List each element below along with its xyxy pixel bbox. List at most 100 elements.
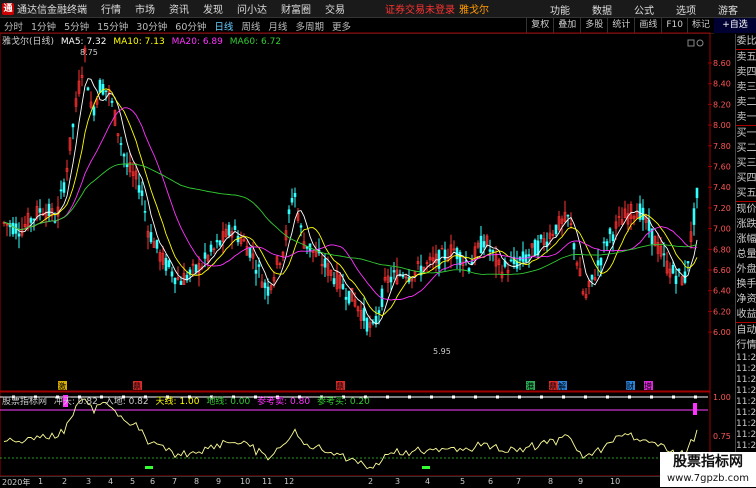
tianxian-dot	[518, 395, 521, 399]
month-label: 7	[172, 477, 178, 486]
panel-maximize-icon[interactable]	[687, 39, 695, 47]
low-price-label: 5.95	[433, 347, 451, 356]
month-label: 9	[216, 477, 222, 486]
sidebar-label: 卖一	[736, 112, 756, 123]
candle-body	[602, 241, 606, 244]
event-marker[interactable]: 鼎	[549, 381, 558, 391]
sidebar-label: 总量	[736, 249, 756, 260]
indicator-name[interactable]: 股票指标网	[2, 397, 47, 407]
price-tick: 7.60	[713, 163, 731, 172]
month-label: 8	[548, 477, 554, 486]
svg-text:鼎: 鼎	[133, 382, 141, 391]
candle-body	[233, 225, 237, 231]
month-label: 3	[395, 477, 401, 486]
sidebar-label: 卖五	[736, 49, 756, 65]
candle-body	[482, 241, 486, 248]
candle-body	[170, 271, 174, 277]
tick-time: 11:29	[736, 430, 756, 440]
sidebar-label: 买一	[736, 125, 756, 141]
tianxian-value: 天线: 1.00	[155, 397, 200, 407]
candle-body	[299, 225, 303, 228]
candle-body	[488, 249, 492, 252]
candle-body	[59, 189, 63, 192]
candle-body	[341, 284, 345, 290]
event-marker[interactable]: 激	[58, 381, 67, 391]
high-price-label: 8.75	[80, 48, 98, 57]
sidebar-label: 外盘	[736, 264, 756, 275]
tianxian-dot	[694, 395, 697, 399]
panel-close-icon[interactable]	[696, 39, 704, 47]
svg-text:激: 激	[58, 381, 66, 391]
price-tick: 6.80	[713, 245, 731, 254]
candle-body	[11, 222, 15, 235]
price-tick: 6.20	[713, 307, 731, 316]
candle-body	[491, 250, 495, 253]
candle-body	[209, 244, 213, 252]
month-label: 5	[460, 477, 466, 486]
event-marker[interactable]: 财	[626, 381, 635, 391]
candle-body	[122, 153, 126, 157]
tianxian-dot	[672, 395, 675, 399]
tick-time: 11:29	[736, 353, 756, 363]
candle-body	[479, 235, 483, 254]
sidebar-label: 买四	[736, 173, 756, 184]
event-marker[interactable]: 鼎	[336, 381, 345, 391]
price-tick: 7.20	[713, 204, 731, 213]
tianxian-dot	[452, 395, 455, 399]
tick-time: 11:29	[736, 386, 756, 396]
candle-body	[509, 259, 513, 262]
tianxian-dot	[628, 395, 631, 399]
month-label: 8	[194, 477, 200, 486]
candle-body	[692, 208, 696, 225]
year-label: 2020年	[2, 478, 31, 487]
candle-body	[215, 240, 219, 243]
ma5-line	[3, 78, 698, 325]
sidebar-label[interactable]: 自动	[736, 322, 756, 338]
month-label: 4	[425, 477, 431, 486]
candle-body	[347, 290, 351, 304]
candle-body	[47, 203, 51, 217]
candle-body	[53, 221, 57, 223]
month-label: 6	[150, 477, 156, 486]
price-tick: 7.80	[713, 142, 731, 151]
tianxian-dot	[562, 395, 565, 399]
tianxian-dot	[584, 395, 587, 399]
candle-body	[92, 106, 96, 116]
price-tick: 7.00	[713, 225, 731, 234]
candle-body	[686, 261, 690, 264]
event-marker[interactable]: 港	[526, 381, 535, 391]
candle-body	[695, 187, 699, 199]
event-marker[interactable]: 鼎	[133, 381, 142, 391]
sidebar-label[interactable]: 行情	[736, 338, 756, 353]
price-tick: 6.40	[713, 287, 731, 296]
price-tick: 7.40	[713, 183, 731, 192]
tianxian-dot	[408, 395, 411, 399]
month-label: 10	[240, 477, 251, 486]
candle-body	[662, 253, 666, 256]
ma20-line	[3, 107, 698, 301]
sidebar-label: 收益	[736, 309, 756, 320]
event-marker[interactable]: 增	[644, 381, 653, 391]
month-label: 5	[130, 477, 136, 486]
candle-body	[164, 257, 168, 271]
candle-body	[518, 256, 522, 261]
month-label: 11	[262, 477, 273, 486]
svg-text:解: 解	[558, 381, 566, 391]
candle-body	[458, 252, 462, 266]
month-label: 1	[38, 477, 44, 486]
tick-time: 11:29	[736, 441, 756, 451]
candle-body	[110, 100, 114, 103]
candle-body	[119, 143, 123, 145]
candle-body	[29, 218, 33, 223]
candle-body	[149, 232, 153, 243]
candle-body	[17, 233, 21, 237]
candle-body	[257, 264, 261, 267]
event-marker[interactable]: 解	[558, 381, 567, 391]
sidebar-label: 买五	[736, 188, 756, 199]
candle-body	[86, 87, 90, 91]
event-markers: 激鼎鼎港鼎解财增	[58, 381, 653, 391]
candle-body	[179, 280, 183, 285]
indicator-legend: 股票指标网 冲天: 0.82 入地: 0.82 天线: 1.00 地线: 0.0…	[2, 394, 374, 407]
tianxian-dot	[430, 395, 433, 399]
candle-body	[365, 318, 369, 332]
